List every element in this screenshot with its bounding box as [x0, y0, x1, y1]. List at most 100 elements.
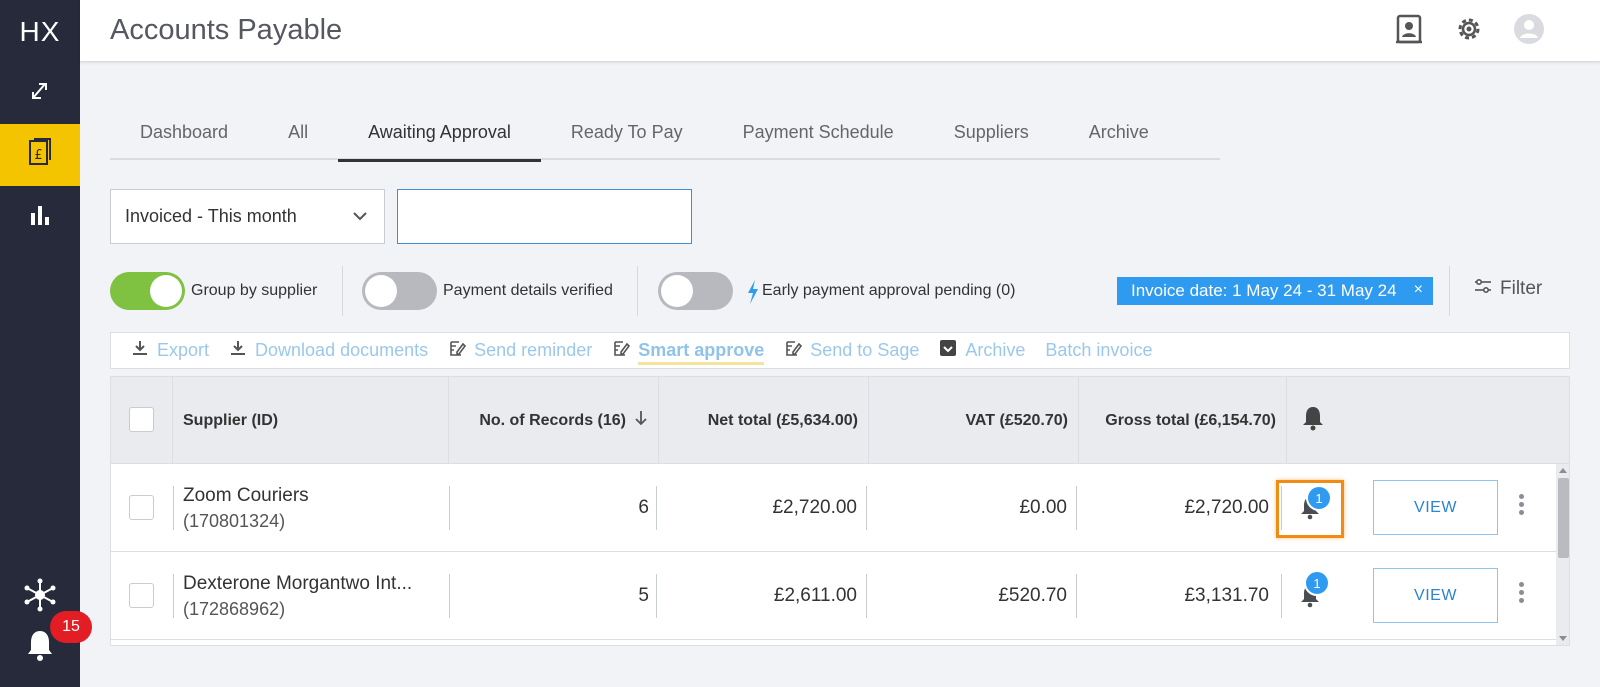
view-button[interactable]: VIEW: [1373, 480, 1498, 535]
invoice-date-filter-chip: Invoice date: 1 May 24 - 31 May 24 ×: [1117, 277, 1433, 305]
table-scrollbar[interactable]: [1556, 464, 1569, 645]
top-header: Accounts Payable: [80, 0, 1600, 62]
cell-divider: [656, 486, 657, 530]
supplier-name: Zoom Couriers: [183, 484, 309, 506]
tab-suppliers[interactable]: Suppliers: [924, 104, 1059, 160]
divider: [1449, 266, 1450, 316]
payment-details-verified-toggle[interactable]: [362, 272, 437, 310]
logo-text: HX: [19, 16, 61, 47]
sliders-icon: [1474, 278, 1492, 300]
search-input[interactable]: [397, 189, 692, 244]
tab-ready-to-pay[interactable]: Ready To Pay: [541, 104, 713, 160]
supplier-cell: Dexterone Morgantwo Int... (172868962): [183, 552, 443, 640]
net-total: £2,611.00: [773, 585, 857, 606]
supplier-table: Supplier (ID) No. of Records (16) Net to…: [110, 376, 1570, 646]
bar-chart-icon: [28, 203, 52, 232]
more-options-icon[interactable]: [1519, 494, 1525, 518]
transactions-icon: [25, 76, 55, 111]
svg-text:£: £: [34, 148, 42, 163]
sidebar: HX £ 15: [0, 0, 92, 687]
header-records[interactable]: No. of Records (16): [449, 377, 659, 464]
supplier-cell: Zoom Couriers (170801324): [183, 464, 443, 552]
header-net-total[interactable]: Net total (£5,634.00): [659, 377, 869, 464]
avatar-icon: [1513, 13, 1545, 50]
download-documents-button[interactable]: Download documents: [229, 332, 428, 369]
invoice-pound-icon: £: [26, 137, 54, 173]
tab-awaiting-approval[interactable]: Awaiting Approval: [338, 104, 541, 162]
gear-icon: [1455, 15, 1483, 48]
sidebar-item-accounts-payable[interactable]: £: [0, 124, 80, 186]
edit-document-icon: [612, 339, 631, 362]
download-documents-label: Download documents: [255, 340, 429, 360]
period-select-value: Invoiced - This month: [125, 206, 297, 226]
contacts-button[interactable]: [1392, 14, 1426, 48]
network-icon: [23, 578, 57, 617]
cell-divider: [173, 574, 174, 618]
header-gross-total[interactable]: Gross total (£6,154.70): [1079, 377, 1287, 464]
divider: [637, 266, 638, 316]
send-to-sage-label: Send to Sage: [810, 340, 920, 360]
header-notifications: [1287, 377, 1569, 464]
tab-archive[interactable]: Archive: [1059, 104, 1179, 160]
notification-badge: 1: [1306, 485, 1332, 511]
smart-approve-label: Smart approve: [638, 340, 765, 360]
sidebar-item-transactions[interactable]: [0, 62, 80, 124]
cell-divider: [1076, 574, 1077, 618]
archive-button[interactable]: Archive: [939, 332, 1025, 369]
chip-close-icon[interactable]: ×: [1414, 281, 1423, 299]
row-checkbox[interactable]: [129, 495, 154, 520]
row-checkbox[interactable]: [129, 583, 154, 608]
tab-all[interactable]: All: [258, 104, 338, 160]
header-vat[interactable]: VAT (£520.70): [869, 377, 1079, 464]
early-payment-label: Early payment approval pending (0): [762, 282, 1016, 299]
bulk-action-toolbar: Export Download documents Send reminder …: [110, 332, 1570, 369]
records-count: 6: [638, 497, 649, 518]
export-label: Export: [157, 340, 210, 360]
early-payment-toggle[interactable]: [658, 272, 733, 310]
gross-total: £2,720.00: [1184, 497, 1269, 518]
settings-button[interactable]: [1452, 14, 1486, 48]
tab-dashboard[interactable]: Dashboard: [110, 104, 258, 160]
cell-divider: [866, 486, 867, 530]
row-notification-button[interactable]: 1: [1279, 570, 1341, 623]
batch-invoice-button[interactable]: Batch invoice: [1045, 332, 1152, 369]
table-header: Supplier (ID) No. of Records (16) Net to…: [111, 377, 1569, 464]
header-supplier[interactable]: Supplier (ID): [173, 377, 449, 464]
batch-invoice-label: Batch invoice: [1045, 340, 1153, 360]
bell-icon: [1301, 405, 1325, 436]
tab-payment-schedule[interactable]: Payment Schedule: [713, 104, 924, 160]
supplier-name: Dexterone Morgantwo Int...: [183, 572, 413, 594]
more-options-icon[interactable]: [1519, 582, 1525, 606]
scroll-thumb[interactable]: [1558, 478, 1569, 558]
download-icon: [229, 339, 247, 362]
table-row[interactable]: Dexterone Morgantwo Int... (172868962) 5…: [111, 552, 1556, 640]
send-to-sage-button[interactable]: Send to Sage: [784, 332, 919, 369]
edit-document-icon: [784, 339, 803, 362]
scroll-down-arrow[interactable]: [1559, 636, 1567, 641]
select-all-checkbox[interactable]: [129, 407, 154, 432]
lightning-icon: [746, 279, 760, 310]
row-notification-button[interactable]: 1: [1276, 480, 1344, 538]
scroll-up-arrow[interactable]: [1559, 468, 1567, 473]
filter-button[interactable]: Filter: [1474, 278, 1542, 300]
sidebar-item-reports[interactable]: [0, 186, 80, 248]
cell-divider: [173, 486, 174, 530]
download-icon: [131, 339, 149, 362]
smart-approve-button[interactable]: Smart approve: [612, 332, 765, 369]
send-reminder-label: Send reminder: [474, 340, 593, 360]
view-button[interactable]: VIEW: [1373, 568, 1498, 623]
export-button[interactable]: Export: [131, 332, 209, 369]
hx-logo[interactable]: HX: [0, 10, 80, 54]
supplier-id: (170801324): [183, 510, 286, 531]
group-by-supplier-label: Group by supplier: [191, 282, 318, 299]
table-row[interactable]: Zoom Couriers (170801324) 6 £2,720.00 £0…: [111, 464, 1556, 552]
notification-count-badge: 15: [50, 611, 92, 643]
send-reminder-button[interactable]: Send reminder: [448, 332, 592, 369]
chip-label: Invoice date: 1 May 24 - 31 May 24: [1131, 281, 1397, 300]
page-title: Accounts Payable: [110, 14, 343, 46]
archive-label: Archive: [965, 340, 1026, 360]
user-profile-button[interactable]: [1512, 13, 1546, 50]
group-by-supplier-toggle[interactable]: [110, 272, 185, 310]
period-select[interactable]: Invoiced - This month: [110, 189, 385, 244]
contact-book-icon: [1395, 14, 1423, 49]
